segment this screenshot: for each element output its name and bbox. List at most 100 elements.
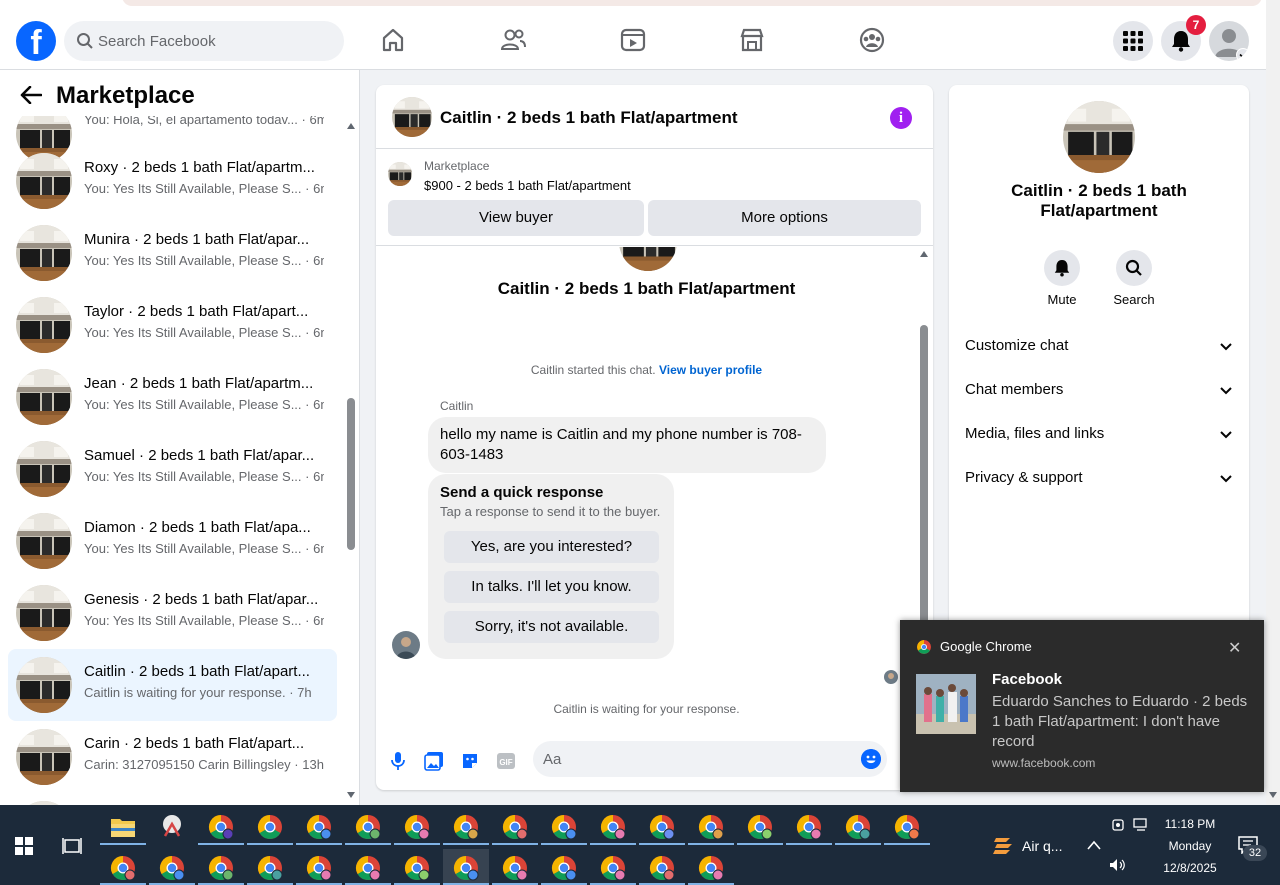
conversation-item[interactable]: Diamon · 2 beds 1 bath Flat/apa... You: … xyxy=(8,505,337,577)
chrome-taskbar-icon[interactable] xyxy=(110,855,136,881)
page-scrollbar[interactable] xyxy=(1266,0,1280,805)
video-icon[interactable] xyxy=(619,26,647,54)
listing-price[interactable]: $900 - 2 beds 1 bath Flat/apartment xyxy=(424,178,631,193)
facebook-logo-icon[interactable]: f xyxy=(16,21,56,61)
chrome-taskbar-icon[interactable] xyxy=(404,855,430,881)
chat-title[interactable]: Caitlin · 2 beds 1 bath Flat/apartment xyxy=(440,108,738,128)
scroll-down-arrow-icon[interactable] xyxy=(1269,792,1277,798)
scrollbar-thumb[interactable] xyxy=(347,398,355,550)
clock-time[interactable]: 11:18 PM xyxy=(1160,817,1220,831)
chevron-up-icon[interactable] xyxy=(1087,840,1101,850)
network-icon[interactable] xyxy=(1133,818,1151,832)
chrome-taskbar-icon[interactable] xyxy=(649,855,675,881)
chrome-taskbar-icon[interactable] xyxy=(306,855,332,881)
sticker-icon[interactable] xyxy=(460,751,480,771)
friends-icon[interactable] xyxy=(499,26,527,54)
task-view-icon[interactable] xyxy=(62,837,82,855)
gif-icon[interactable]: GIF xyxy=(496,751,516,771)
menu-button[interactable] xyxy=(1113,21,1153,61)
account-avatar[interactable] xyxy=(1209,21,1249,61)
chrome-taskbar-icon[interactable] xyxy=(747,814,773,840)
conversation-item[interactable]: Carin · 2 beds 1 bath Flat/apart... Cari… xyxy=(8,721,337,793)
quick-response-option[interactable]: In talks. I'll let you know. xyxy=(444,571,659,603)
sidebar-scrollbar[interactable] xyxy=(345,120,357,800)
message-thread: Caitlin · 2 beds 1 bath Flat/apartment C… xyxy=(376,247,933,737)
chrome-taskbar-icon[interactable] xyxy=(208,814,234,840)
conversation-snippet: You: Yes Its Still Available, Please S..… xyxy=(84,469,324,484)
chat-members-section[interactable]: Chat members xyxy=(957,369,1241,413)
groups-icon[interactable] xyxy=(858,26,886,54)
sender-avatar[interactable] xyxy=(392,631,420,659)
clock-date[interactable]: 12/8/2025 xyxy=(1160,861,1220,875)
conversation-item[interactable]: Roxy · 2 beds 1 bath Flat/apartm... You:… xyxy=(8,145,337,217)
message-bubble[interactable]: hello my name is Caitlin and my phone nu… xyxy=(428,417,826,473)
chrome-taskbar-icon[interactable] xyxy=(159,855,185,881)
conversation-item[interactable]: Samuel · 2 beds 1 bath Flat/apar... You:… xyxy=(8,433,337,505)
chrome-taskbar-icon[interactable] xyxy=(404,814,430,840)
file-explorer-icon[interactable] xyxy=(110,816,136,838)
scroll-down-arrow-icon[interactable] xyxy=(347,792,355,798)
conversation-item[interactable]: Jean · 2 beds 1 bath Flat/apartm... You:… xyxy=(8,361,337,433)
chrome-taskbar-icon[interactable] xyxy=(551,855,577,881)
snipping-tool-icon[interactable] xyxy=(159,814,185,840)
view-buyer-profile-link[interactable]: View buyer profile xyxy=(659,363,762,377)
chrome-taskbar-icon[interactable] xyxy=(845,814,871,840)
listing-thumbnail[interactable] xyxy=(392,97,432,137)
chrome-taskbar-icon[interactable] xyxy=(355,855,381,881)
chrome-taskbar-icon[interactable] xyxy=(796,814,822,840)
message-input[interactable] xyxy=(543,741,843,777)
microphone-icon[interactable] xyxy=(388,751,408,771)
info-icon[interactable]: i xyxy=(890,107,912,129)
emoji-icon[interactable] xyxy=(861,749,881,769)
chrome-taskbar-icon[interactable] xyxy=(551,814,577,840)
chrome-taskbar-icon[interactable] xyxy=(698,814,724,840)
conversation-item-active[interactable]: Caitlin · 2 beds 1 bath Flat/apart... Ca… xyxy=(8,649,337,721)
media-files-links-section[interactable]: Media, files and links xyxy=(957,413,1241,457)
conversation-item[interactable]: Taylor · 2 beds 1 bath Flat/apart... You… xyxy=(8,289,337,361)
close-icon[interactable]: ✕ xyxy=(1228,638,1241,658)
chrome-taskbar-icon[interactable] xyxy=(600,855,626,881)
chrome-taskbar-icon[interactable] xyxy=(453,855,479,881)
chrome-taskbar-icon[interactable] xyxy=(453,814,479,840)
photo-icon[interactable] xyxy=(424,751,444,771)
clock-day[interactable]: Monday xyxy=(1160,839,1220,853)
grid-menu-icon xyxy=(1123,31,1143,51)
privacy-support-section[interactable]: Privacy & support xyxy=(957,457,1241,501)
chrome-taskbar-icon[interactable] xyxy=(355,814,381,840)
windows-start-icon[interactable] xyxy=(15,837,33,855)
scrollbar-thumb[interactable] xyxy=(920,325,928,625)
weather-icon[interactable] xyxy=(992,834,1014,858)
chrome-taskbar-icon[interactable] xyxy=(502,814,528,840)
scroll-up-arrow-icon[interactable] xyxy=(347,123,355,129)
chrome-taskbar-icon[interactable] xyxy=(306,814,332,840)
scroll-up-arrow-icon[interactable] xyxy=(920,251,928,257)
search-chat-button[interactable]: Search xyxy=(1104,250,1164,307)
quick-response-option[interactable]: Sorry, it's not available. xyxy=(444,611,659,643)
conversation-item[interactable]: Genesis · 2 beds 1 bath Flat/apar... You… xyxy=(8,577,337,649)
more-options-button[interactable]: More options xyxy=(648,200,921,236)
customize-chat-section[interactable]: Customize chat xyxy=(957,325,1241,369)
chrome-taskbar-icon[interactable] xyxy=(649,814,675,840)
chrome-taskbar-icon[interactable] xyxy=(502,855,528,881)
marketplace-icon[interactable] xyxy=(738,26,766,54)
message-input-box[interactable] xyxy=(533,741,887,777)
weather-text[interactable]: Air q... xyxy=(1022,838,1062,854)
search-input[interactable] xyxy=(98,21,334,61)
conversation-item[interactable]: Munira · 2 beds 1 bath Flat/apar... You:… xyxy=(8,217,337,289)
chrome-taskbar-icon[interactable] xyxy=(257,855,283,881)
meet-now-icon[interactable] xyxy=(1111,818,1125,832)
volume-icon[interactable] xyxy=(1109,858,1127,872)
chrome-taskbar-icon[interactable] xyxy=(894,814,920,840)
home-icon[interactable] xyxy=(379,26,407,54)
view-buyer-button[interactable]: View buyer xyxy=(388,200,644,236)
chrome-notification[interactable]: Google Chrome ✕ Facebook Eduardo Sanches… xyxy=(900,620,1264,792)
chrome-taskbar-icon[interactable] xyxy=(600,814,626,840)
conversation-item-partial[interactable] xyxy=(8,793,337,805)
chrome-taskbar-icon[interactable] xyxy=(208,855,234,881)
chrome-taskbar-icon[interactable] xyxy=(698,855,724,881)
quick-response-option[interactable]: Yes, are you interested? xyxy=(444,531,659,563)
mute-button[interactable]: Mute xyxy=(1032,250,1092,307)
back-arrow-icon[interactable] xyxy=(20,86,42,104)
chrome-taskbar-icon[interactable] xyxy=(257,814,283,840)
search-box[interactable] xyxy=(64,21,344,61)
